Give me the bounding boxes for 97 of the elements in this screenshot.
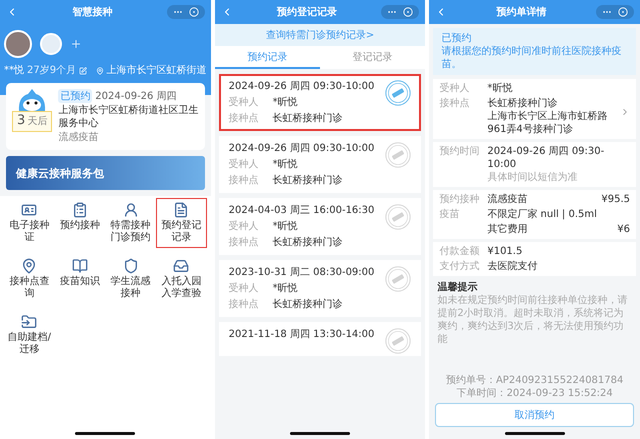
photo-placeholder[interactable] <box>4 30 32 58</box>
status-tag: 已预约 <box>58 89 92 103</box>
field-label: 受种人 <box>228 158 259 171</box>
field-value: 长虹桥接种门诊 <box>487 97 558 110</box>
service-item[interactable]: 学生流感接种 <box>105 254 156 304</box>
service-icon <box>21 202 38 218</box>
user-name: **悦 <box>4 64 24 77</box>
home-indicator <box>75 432 136 435</box>
field-value: ¥101.5 <box>487 245 524 258</box>
field-value: 长虹桥接种门诊 <box>272 236 343 249</box>
field-value: 长虹桥接种门诊 <box>272 174 343 187</box>
vaccine-name: 流感疫苗 <box>58 131 100 144</box>
field-value: 去医院支付 <box>487 260 538 273</box>
price: ¥95.5 <box>601 193 630 206</box>
tip-title: 温馨提示 <box>437 281 478 294</box>
record-card[interactable]: 2024-09-26 周四 09:30-10:00 受种人 *昕悦 接种点 长虹桥接种门诊 <box>218 136 422 193</box>
field-value: *昕悦 <box>487 82 514 95</box>
field-label: 受种人 <box>439 82 470 95</box>
record-time: 2021-11-18 周四 13:30-14:00 <box>228 328 376 341</box>
field-value: 其它费用 <box>487 223 528 236</box>
status-text: 已预约 <box>441 32 472 45</box>
field-label: 疫苗 <box>439 208 460 221</box>
field-value: *昕悦 <box>272 158 298 171</box>
countdown-number: 3 <box>17 113 26 130</box>
field-value: *昕悦 <box>272 96 298 109</box>
record-time: 2024-09-26 周四 09:30-10:00 <box>228 80 376 93</box>
service-item[interactable]: 接种点查询 <box>4 254 55 304</box>
close-icon[interactable] <box>403 7 414 17</box>
field-label: 接种点 <box>439 97 470 110</box>
appointment-date: 2024-09-26 周四 <box>95 90 177 102</box>
capsule-menu[interactable] <box>381 5 420 19</box>
field-label: 支付方式 <box>439 260 480 273</box>
field-label: 预约时间 <box>439 145 480 158</box>
countdown-unit: 天后 <box>27 115 48 128</box>
field-value: *昕悦 <box>272 282 298 295</box>
service-icon <box>21 258 38 274</box>
page-title: 预约单详情 <box>496 5 547 19</box>
location-icon <box>96 66 104 74</box>
price: ¥6 <box>617 223 630 236</box>
field-label: 接种点 <box>228 298 259 311</box>
field-label: 受种人 <box>228 220 259 233</box>
page-title: 预约登记记录 <box>277 6 337 19</box>
field-label: 受种人 <box>228 282 259 295</box>
field-label: 预约接种 <box>439 193 480 206</box>
order-time: 下单时间：2024-09-23 15:52:24 <box>456 387 613 400</box>
appointment-card[interactable]: 3 天后 已预约 2024-09-26 周四 上海市长宁区虹桥街道社区卫生服务中心 流感疫苗 <box>6 83 205 150</box>
service-icon <box>173 258 190 274</box>
service-icon <box>72 258 88 274</box>
field-label: 付款金额 <box>439 245 480 258</box>
field-value: 长虹桥接种门诊 <box>272 112 343 125</box>
field-label: 受种人 <box>228 96 259 109</box>
page-title: 智慧接种 <box>72 6 112 19</box>
field-label: 接种点 <box>228 174 259 187</box>
home-indicator <box>290 432 350 435</box>
location-text: 上海市长宁区虹桥街道 <box>106 64 207 77</box>
field-value: 上海市长宁区上海市虹桥路961弄4号接种门诊 <box>487 110 608 136</box>
capsule-menu[interactable] <box>596 5 634 19</box>
service-icon <box>122 202 139 218</box>
service-icon <box>122 258 139 274</box>
field-value: 2024-09-26 周四 09:30-10:00 <box>487 145 606 171</box>
edit-icon[interactable] <box>79 66 88 74</box>
record-time: 2023-10-31 周二 08:30-09:00 <box>228 266 376 279</box>
record-card[interactable]: 2023-10-31 周二 08:30-09:00 受种人 *昕悦 接种点 长虹桥接种门诊 <box>218 260 422 317</box>
record-time: 2024-09-26 周四 09:30-10:00 <box>228 142 376 155</box>
status-message: 请根据您的预约时间准时前往医院接种疫苗。 <box>441 45 622 71</box>
service-banner[interactable]: 健康云接种服务包 <box>6 156 205 190</box>
service-icon <box>173 202 190 218</box>
record-card[interactable]: 2024-04-03 周三 16:00-16:30 受种人 *昕悦 接种点 长虹桥接种门诊 <box>218 198 422 255</box>
user-age: 27岁9个月 <box>27 64 76 77</box>
close-icon[interactable] <box>618 7 628 17</box>
field-label: 接种点 <box>228 112 259 125</box>
service-item[interactable]: 电子接种证 <box>4 198 55 248</box>
service-item[interactable]: 自助建档/迁移 <box>4 310 55 360</box>
field-value: 具体时间以短信为准 <box>487 171 578 184</box>
tip-text: 如未在规定预约时间前往接种单位接种，请提前2小时取消。超时未取消，系统将记为爽约，爽约达到3次后，将无法使用预约功能 <box>437 294 628 346</box>
record-card[interactable]: 2024-09-26 周四 09:30-10:00 受种人 *昕悦 接种点 长虹桥接种门诊 <box>218 74 422 131</box>
avatar[interactable] <box>40 33 62 55</box>
service-item[interactable]: 疫苗知识 <box>54 254 106 304</box>
add-icon[interactable] <box>70 38 82 50</box>
service-item[interactable]: 特需接种门诊预约 <box>105 198 156 248</box>
service-item[interactable]: 入托入园入学查验 <box>156 254 207 304</box>
order-number: 预约单号：AP240923155224081784 <box>446 374 624 387</box>
field-value: *昕悦 <box>272 220 298 233</box>
service-item[interactable]: 预约登记记录 <box>156 198 207 248</box>
field-value: 长虹桥接种门诊 <box>272 298 343 311</box>
record-time: 2024-04-03 周三 16:00-16:30 <box>228 204 376 217</box>
close-icon[interactable] <box>188 7 199 17</box>
field-value: 流感疫苗 <box>487 193 528 206</box>
field-value: 不限定厂家 null | 0.5ml <box>487 208 598 221</box>
field-label: 接种点 <box>228 236 259 249</box>
service-icon <box>72 202 88 218</box>
service-item[interactable]: 预约接种 <box>54 198 106 248</box>
record-card[interactable]: 2021-11-18 周四 13:30-14:00 <box>218 322 422 356</box>
service-icon <box>21 314 38 330</box>
capsule-menu[interactable] <box>166 5 205 19</box>
clinic-name: 上海市长宁区虹桥街道社区卫生服务中心 <box>58 104 199 130</box>
home-indicator <box>504 432 565 435</box>
